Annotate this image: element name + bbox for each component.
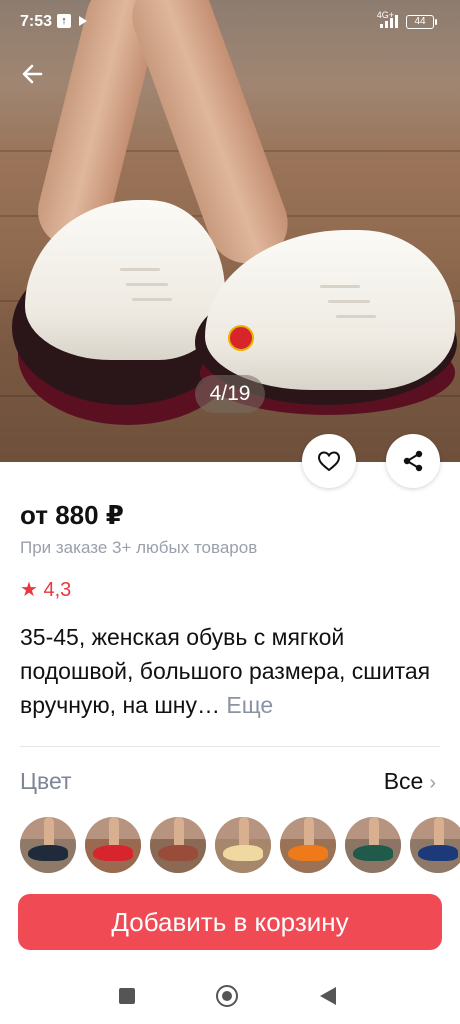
system-nav-bar [0,964,460,1024]
rating-value: 4,3 [43,579,72,601]
heart-icon [317,451,341,472]
color-swatch-green[interactable] [345,817,401,873]
all-colors-label: Все [383,768,424,794]
battery-icon: 44 [406,15,437,29]
product-rating[interactable]: ★ 4,3 [20,577,71,602]
system-back-icon[interactable] [320,987,336,1005]
show-more-link[interactable]: Еще [226,692,273,718]
share-icon [403,450,423,472]
color-swatch-beige[interactable] [215,817,271,873]
play-icon [79,16,87,26]
color-swatch-blue[interactable] [410,817,460,873]
image-pager: 4/19 [195,375,265,413]
signal-icon [380,14,400,28]
status-time: 7:53 [20,13,53,30]
chevron-right-icon: › [429,772,436,794]
star-icon: ★ [20,579,38,601]
product-price: от 880 ₽ [20,500,124,530]
arrow-left-icon [22,64,43,84]
add-to-cart-button[interactable]: Добавить в корзину [18,894,442,950]
color-swatches [20,817,460,875]
share-button[interactable] [386,434,440,488]
all-colors-button[interactable]: Все › [384,768,436,795]
color-swatch-orange[interactable] [280,817,336,873]
divider [20,746,440,747]
recents-icon[interactable] [119,988,135,1004]
status-bar: 7:53 ↑ 4G+ 44 [0,0,460,44]
color-swatch-black[interactable] [20,817,76,873]
back-button[interactable] [14,56,50,92]
upload-icon: ↑ [57,14,71,28]
favorite-button[interactable] [302,434,356,488]
price-note: При заказе 3+ любых товаров [20,538,258,557]
product-title: 35-45, женская обувь с мягкой подошвой, … [20,620,440,722]
home-icon[interactable] [216,985,238,1007]
color-swatch-brown[interactable] [150,817,206,873]
color-swatch-red[interactable] [85,817,141,873]
color-section-label: Цвет [20,768,72,794]
